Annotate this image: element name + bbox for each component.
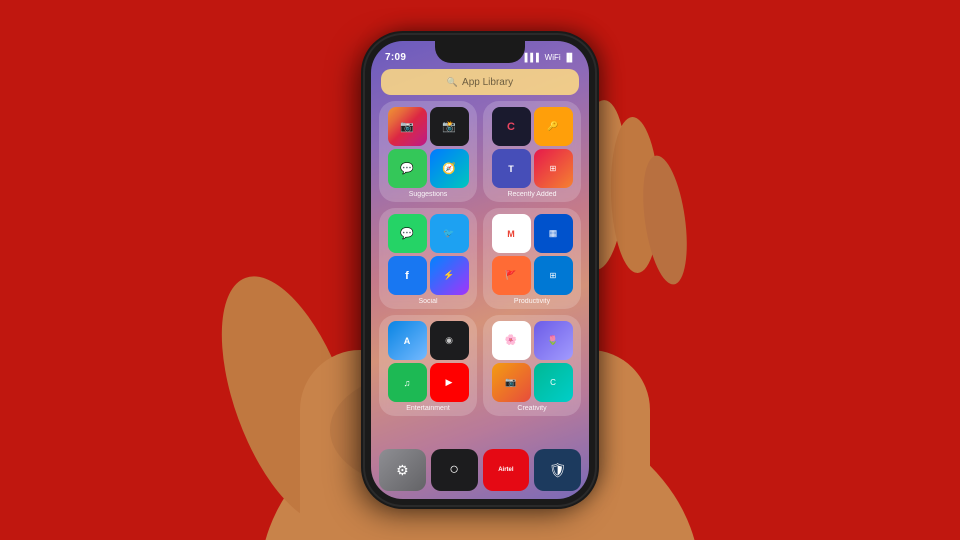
app-grid: 📷 📸 💬 🧭 Suggestion: [379, 101, 581, 459]
settings-icon: ⚙: [396, 462, 409, 479]
app-gmail[interactable]: M: [492, 214, 531, 253]
app-cam2[interactable]: 📷: [492, 363, 531, 402]
folder-productivity-label: Productivity: [514, 298, 550, 305]
app-messages[interactable]: 💬: [388, 149, 427, 188]
app-clearcut[interactable]: C: [492, 107, 531, 146]
app-dark[interactable]: ◉: [430, 321, 469, 360]
folder-apps-social: 💬 🐦 f ⚡: [388, 214, 469, 295]
phone: 7:09 ▌▌▌ WiFi ▐▌ 🔍 App Library: [365, 35, 595, 505]
app-teams[interactable]: T: [492, 149, 531, 188]
status-icons: ▌▌▌ WiFi ▐▌: [525, 53, 575, 62]
folder-suggestions[interactable]: 📷 📸 💬 🧭 Suggestion: [379, 101, 477, 202]
app-ms2[interactable]: ⊞: [534, 256, 573, 295]
folder-productivity[interactable]: M ▦ 🚩 ⊞ Productivity: [483, 208, 581, 309]
folder-creativity[interactable]: 🌸 🌷 📷 C Creativity: [483, 315, 581, 416]
app-airtel[interactable]: Airtel: [483, 449, 530, 491]
folder-entertainment-label: Entertainment: [406, 405, 450, 412]
app-youtube[interactable]: ▶: [430, 363, 469, 402]
zero-icon: ○: [449, 461, 459, 479]
search-text: App Library: [462, 77, 513, 88]
folder-apps-recently: C 🔑 T ⊞: [492, 107, 573, 188]
app-flag[interactable]: 🚩: [492, 256, 531, 295]
folder-entertainment[interactable]: A ◉ ♫ ▶ Entertainment: [379, 315, 477, 416]
app-appstore[interactable]: A: [388, 321, 427, 360]
app-camera[interactable]: 📸: [430, 107, 469, 146]
airtel-icon: Airtel: [498, 467, 513, 473]
app-instagram[interactable]: 📷: [388, 107, 427, 146]
folder-social-label: Social: [418, 298, 437, 305]
shield-icon: 🛡: [549, 462, 567, 479]
phone-screen: 7:09 ▌▌▌ WiFi ▐▌ 🔍 App Library: [371, 41, 589, 499]
folder-creativity-label: Creativity: [517, 405, 546, 412]
app-safari[interactable]: 🧭: [430, 149, 469, 188]
search-icon: 🔍: [447, 77, 458, 88]
folder-apps-productivity: M ▦ 🚩 ⊞: [492, 214, 573, 295]
app-settings[interactable]: ⚙: [379, 449, 426, 491]
app-zero[interactable]: ○: [431, 449, 478, 491]
app-ms[interactable]: ⊞: [534, 149, 573, 188]
app-whatsapp[interactable]: 💬: [388, 214, 427, 253]
app-spotify[interactable]: ♫: [388, 363, 427, 402]
app-photos2[interactable]: 🌷: [534, 321, 573, 360]
folder-suggestions-label: Suggestions: [409, 191, 448, 198]
app-facebook[interactable]: f: [388, 256, 427, 295]
app-files[interactable]: C: [534, 363, 573, 402]
app-trello[interactable]: ▦: [534, 214, 573, 253]
signal-icon: ▌▌▌: [525, 53, 542, 62]
search-bar[interactable]: 🔍 App Library: [381, 69, 579, 95]
status-time: 7:09: [385, 52, 406, 63]
app-twitter[interactable]: 🐦: [430, 214, 469, 253]
folder-apps-creativity: 🌸 🌷 📷 C: [492, 321, 573, 402]
app-photos[interactable]: 🌸: [492, 321, 531, 360]
wifi-icon: WiFi: [545, 53, 561, 62]
folder-apps: 📷 📸 💬 🧭: [388, 107, 469, 188]
folder-recently-label: Recently Added: [507, 191, 556, 198]
app-shield[interactable]: 🛡: [534, 449, 581, 491]
bottom-app-row: ⚙ ○ Airtel 🛡: [379, 449, 581, 491]
folder-apps-entertainment: A ◉ ♫ ▶: [388, 321, 469, 402]
app-keys[interactable]: 🔑: [534, 107, 573, 146]
battery-icon: ▐▌: [564, 53, 575, 62]
folder-recently-added[interactable]: C 🔑 T ⊞ Recently Adde: [483, 101, 581, 202]
app-messenger[interactable]: ⚡: [430, 256, 469, 295]
notch: [435, 41, 525, 63]
phone-wrapper: 7:09 ▌▌▌ WiFi ▐▌ 🔍 App Library: [365, 35, 595, 505]
scene: 7:09 ▌▌▌ WiFi ▐▌ 🔍 App Library: [0, 0, 960, 540]
folder-social[interactable]: 💬 🐦 f ⚡ Social: [379, 208, 477, 309]
